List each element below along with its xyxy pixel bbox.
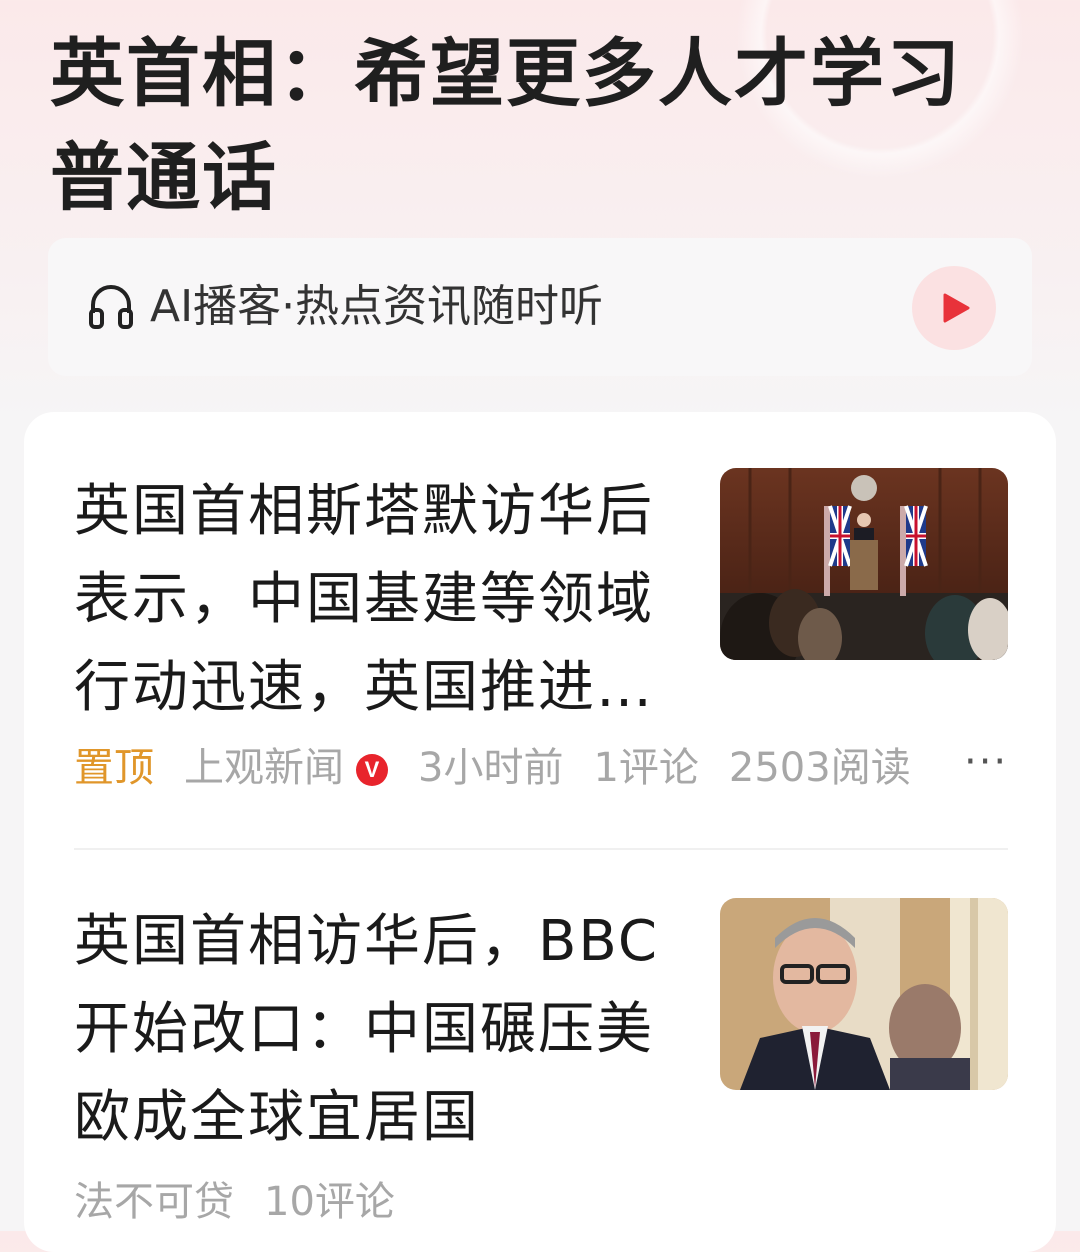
- source-name[interactable]: 上观新闻 V: [184, 740, 388, 796]
- article-item[interactable]: 英国首相访华后，BBC开始改口：中国碾压美欧成全球宜居国 法不可贷 10评论: [74, 898, 1008, 1238]
- pinned-label: 置顶: [74, 745, 154, 791]
- article-thumbnail-press-conference[interactable]: [720, 468, 1008, 660]
- podcast-label: AI播客·热点资讯随时听: [150, 281, 604, 332]
- topic-title: 英首相：希望更多人才学习普通话: [50, 31, 962, 221]
- verified-badge-icon: V: [356, 754, 388, 786]
- article-thumbnail-portrait[interactable]: [720, 898, 1008, 1090]
- comment-count: 1评论: [593, 745, 699, 791]
- article-meta: 法不可贷 10评论: [74, 1174, 425, 1230]
- article-meta: 置顶 上观新闻 V 3小时前 1评论 2503阅读: [74, 740, 941, 796]
- divider: [74, 848, 1008, 850]
- more-options-button[interactable]: ···: [964, 740, 1008, 796]
- ai-podcast-bar[interactable]: AI播客·热点资讯随时听: [48, 238, 1032, 376]
- article-title[interactable]: 英国首相访华后，BBC开始改口：中国碾压美欧成全球宜居国: [74, 898, 684, 1162]
- article-item[interactable]: 英国首相斯塔默访华后表示，中国基建等领域行动迅速，英国推进… 置顶 上观新闻 V…: [74, 468, 1008, 808]
- play-icon: [943, 293, 970, 323]
- comment-count: 10评论: [264, 1179, 395, 1225]
- read-count: 2503阅读: [728, 745, 911, 791]
- article-title[interactable]: 英国首相斯塔默访华后表示，中国基建等领域行动迅速，英国推进…: [74, 468, 684, 732]
- publish-time: 3小时前: [418, 745, 564, 791]
- news-feed-card: 英国首相斯塔默访华后表示，中国基建等领域行动迅速，英国推进… 置顶 上观新闻 V…: [24, 412, 1056, 1252]
- headphones-icon: [88, 283, 134, 329]
- source-name[interactable]: 法不可贷: [74, 1174, 234, 1230]
- podcast-play-button[interactable]: [912, 266, 996, 350]
